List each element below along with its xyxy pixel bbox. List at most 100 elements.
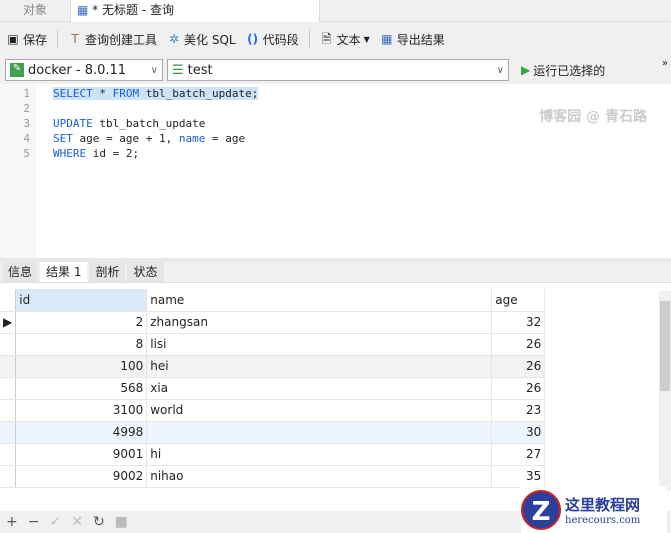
line-number: 1 [23, 87, 30, 100]
table-row[interactable]: 8 lisi 26 [0, 333, 546, 356]
code-area: SELECT * FROM tbl_batch_update; UPDATE t… [53, 86, 259, 161]
hammer-icon: T [71, 32, 79, 46]
text-button[interactable]: 🗎 文本 ▼ [320, 31, 370, 48]
play-icon: ▶ [521, 63, 531, 77]
cell-id[interactable]: 568 [15, 377, 148, 400]
code-text: * [92, 87, 113, 100]
cell-age[interactable]: 23 [491, 399, 546, 422]
row-indicator [0, 377, 17, 400]
cell-id[interactable]: 3100 [15, 399, 148, 422]
cell-id[interactable]: 8 [15, 333, 148, 356]
check-icon[interactable]: ✓ [49, 514, 61, 530]
tab-objects[interactable]: 对象 [0, 0, 70, 22]
code-text: tbl_batch_update; [139, 87, 259, 100]
logo-z-icon: Z [521, 490, 561, 530]
overflow-icon[interactable]: » [662, 58, 668, 69]
export-label: 导出结果 [396, 32, 445, 47]
minus-icon[interactable]: − [28, 514, 40, 530]
line-number: 2 [23, 102, 30, 115]
keyword: WHERE [53, 147, 87, 160]
cell-id[interactable]: 2 [15, 311, 148, 334]
cell-age[interactable]: 35 [491, 465, 546, 488]
export-button[interactable]: ▦ 导出结果 [380, 31, 445, 48]
database-select[interactable]: ☰ test ∨ [167, 59, 509, 81]
cell-age[interactable]: 26 [491, 377, 546, 400]
table-row[interactable]: 568 xia 26 [0, 377, 546, 400]
scrollbar-thumb[interactable] [660, 301, 670, 391]
connection-select[interactable]: ✎ docker - 8.0.11 ∨ [5, 59, 163, 81]
mysql-icon: ✎ [10, 63, 24, 77]
run-selected-button[interactable]: ▶ 运行已选择的 [521, 62, 605, 79]
header-row: id name age [0, 289, 546, 312]
toolbar: ▣ 保存 T 查询创建工具 ✲ 美化 SQL () 代码段 🗎 文本 ▼ ▦ 导出结果 [0, 22, 671, 56]
vertical-scrollbar[interactable] [659, 291, 671, 491]
cell-id[interactable]: 4998 [15, 421, 148, 444]
line-number: 5 [23, 147, 30, 160]
keyword: UPDATE [53, 117, 93, 130]
line-numbers: 1 2 3 4 5 [0, 84, 36, 258]
site-logo: Z 这里教程网 herecours.com [521, 487, 667, 533]
code-text: tbl_batch_update [92, 117, 206, 130]
table-row[interactable]: ▶ 2 zhangsan 32 [0, 311, 546, 334]
cell-id[interactable]: 9001 [15, 443, 148, 466]
builder-label: 查询创建工具 [85, 32, 158, 47]
tab-query[interactable]: ▦ * 无标题 - 查询 [70, 0, 320, 22]
tab-profile[interactable]: 剖析 [89, 262, 126, 282]
column-header-id[interactable]: id [15, 289, 148, 312]
stop-icon[interactable]: ■ [115, 514, 128, 530]
table-row[interactable]: 4998 30 [0, 421, 546, 444]
connection-value: docker - 8.0.11 [28, 62, 127, 78]
row-indicator [0, 355, 17, 378]
cell-id[interactable]: 100 [15, 355, 148, 378]
result-tabs: 信息 结果 1 剖析 状态 [0, 258, 671, 283]
add-icon[interactable]: + [6, 514, 18, 530]
tab-result-1[interactable]: 结果 1 [40, 262, 88, 282]
query-builder-button[interactable]: T 查询创建工具 [68, 31, 157, 48]
tab-status[interactable]: 状态 [127, 262, 164, 282]
beautify-sql-button[interactable]: ✲ 美化 SQL [167, 31, 236, 48]
cell-name[interactable]: hi [146, 443, 493, 466]
divider [308, 30, 310, 48]
document-icon: 🗎 [321, 32, 332, 46]
sql-editor[interactable]: 1 2 3 4 5 SELECT * FROM tbl_batch_update… [0, 84, 671, 258]
run-label: 运行已选择的 [533, 63, 606, 78]
tab-info[interactable]: 信息 [2, 262, 39, 282]
magic-wand-icon: ✲ [169, 32, 180, 46]
cell-name[interactable]: lisi [146, 333, 493, 356]
save-button[interactable]: ▣ 保存 [6, 31, 47, 48]
cell-name[interactable]: xia [146, 377, 493, 400]
row-indicator [0, 443, 17, 466]
refresh-icon[interactable]: ↻ [93, 514, 105, 530]
cell-age[interactable]: 30 [491, 421, 546, 444]
keyword: SELECT [53, 87, 93, 100]
cell-name[interactable]: zhangsan [146, 311, 493, 334]
column-header-name[interactable]: name [146, 289, 493, 312]
database-value: test [187, 62, 213, 78]
watermark: 博客园 @ 青石路 [539, 109, 647, 125]
cell-name[interactable]: hei [146, 355, 493, 378]
table-row[interactable]: 9002 nihao 35 [0, 465, 546, 488]
cell-age[interactable]: 26 [491, 355, 546, 378]
chevron-down-icon: ∨ [150, 64, 158, 76]
keyword: name [178, 132, 206, 145]
caret-down-icon: ▼ [363, 34, 370, 44]
code-text: age = age + 1, [72, 132, 179, 145]
cell-age[interactable]: 26 [491, 333, 546, 356]
save-icon: ▣ [7, 32, 19, 46]
table-row[interactable]: 9001 hi 27 [0, 443, 546, 466]
cell-id[interactable]: 9002 [15, 465, 148, 488]
cell-age[interactable]: 32 [491, 311, 546, 334]
snippet-button[interactable]: () 代码段 [246, 31, 299, 48]
table-row[interactable]: 3100 world 23 [0, 399, 546, 422]
close-icon[interactable]: ✕ [71, 514, 83, 530]
cell-name[interactable]: nihao [146, 465, 493, 488]
cell-name[interactable]: world [146, 399, 493, 422]
export-icon: ▦ [381, 32, 393, 46]
column-header-age[interactable]: age [491, 289, 546, 312]
table-row[interactable]: 100 hei 26 [0, 355, 546, 378]
cell-age[interactable]: 27 [491, 443, 546, 466]
divider [57, 30, 59, 48]
parentheses-icon: () [247, 32, 259, 46]
cell-name[interactable] [146, 421, 493, 444]
selected-line: SELECT * FROM tbl_batch_update; [53, 87, 259, 100]
